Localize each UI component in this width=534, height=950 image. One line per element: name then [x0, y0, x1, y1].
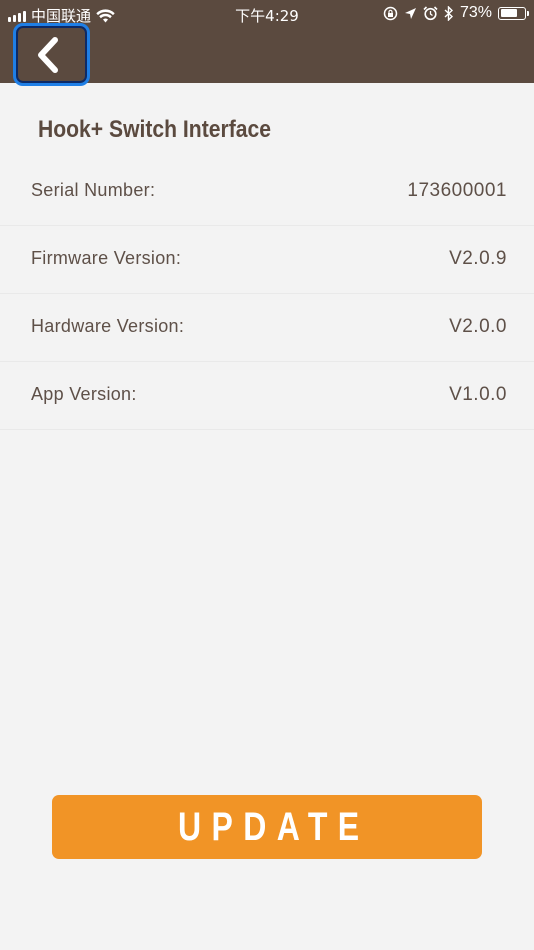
status-bar-right: 73%	[383, 4, 529, 22]
location-icon	[404, 7, 416, 19]
info-row-serial-number: Serial Number: 173600001	[0, 158, 534, 226]
battery-fill	[500, 9, 517, 17]
info-row-app-version: App Version: V1.0.0	[0, 362, 534, 430]
info-label: Firmware Version:	[31, 248, 182, 268]
update-button-label: UPDATE	[177, 804, 370, 849]
device-info-list: Serial Number: 173600001 Firmware Versio…	[0, 158, 534, 430]
alarm-icon	[423, 5, 438, 20]
battery-percent: 73%	[459, 4, 492, 21]
info-label: App Version:	[31, 384, 137, 404]
update-button[interactable]: UPDATE	[52, 795, 482, 859]
info-value: V2.0.9	[449, 248, 507, 269]
info-row-firmware-version: Firmware Version: V2.0.9	[0, 226, 534, 294]
battery-icon	[498, 6, 529, 20]
info-label: Hardware Version:	[31, 316, 185, 336]
info-value: V2.0.0	[449, 316, 507, 337]
chevron-left-icon	[37, 36, 58, 73]
screen-lock-icon	[383, 6, 398, 20]
page-title: Hook+ Switch Interface	[38, 116, 271, 143]
info-value: V1.0.0	[449, 384, 507, 405]
top-bar: 中国联通 下午4:29 73%	[0, 0, 534, 86]
info-label: Serial Number:	[31, 180, 156, 200]
device-info-screen: 中国联通 下午4:29 73% Hook+ Switch Interface S…	[0, 0, 534, 950]
info-row-hardware-version: Hardware Version: V2.0.0	[0, 294, 534, 362]
info-value: 173600001	[407, 180, 507, 201]
back-button[interactable]	[13, 23, 90, 86]
bluetooth-icon	[444, 5, 453, 21]
